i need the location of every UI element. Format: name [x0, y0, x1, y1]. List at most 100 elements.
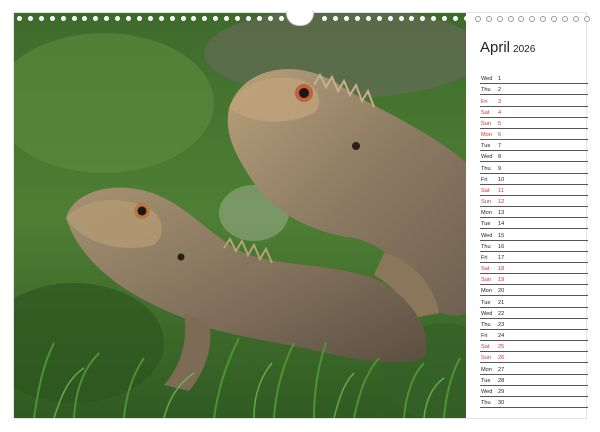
binding-hole	[551, 16, 558, 22]
calendar-page: April 2026 Wed 1 Thu 2 Fri 3 Sat 4 Sun 5 Mon 6 Tue 7 We…	[14, 11, 590, 418]
day-name: Thu	[481, 321, 491, 328]
day-number: 23	[498, 321, 505, 328]
day-row: Tue 28	[480, 375, 588, 386]
day-number: 21	[498, 299, 505, 306]
day-name: Fri	[481, 98, 488, 105]
binding-hole	[431, 16, 437, 21]
binding-hole	[245, 16, 251, 21]
day-name: Tue	[481, 299, 491, 306]
day-name: Thu	[481, 243, 491, 250]
binding-hole	[147, 16, 153, 21]
day-number: 14	[498, 221, 505, 228]
binding-hole	[93, 16, 99, 21]
day-name: Thu	[481, 400, 491, 407]
day-row: Sat 11	[480, 185, 588, 196]
day-number: 12	[498, 199, 505, 206]
day-number: 10	[498, 176, 505, 183]
day-row: Wed 1	[480, 73, 588, 85]
binding-hole	[562, 16, 568, 22]
day-number: 26	[498, 355, 505, 362]
day-name: Sat	[481, 344, 490, 351]
day-name: Fri	[481, 176, 488, 183]
binding-hole	[235, 16, 240, 21]
binding-hole	[474, 16, 481, 22]
day-number: 22	[498, 310, 505, 317]
binding-hole	[49, 16, 55, 21]
day-name: Wed	[481, 310, 493, 317]
day-name: Mon	[481, 366, 492, 373]
day-row: Sun 5	[480, 118, 588, 129]
binding-hole	[354, 16, 360, 21]
day-row: Mon 20	[480, 285, 588, 297]
day-row: Wed 29	[480, 386, 588, 397]
day-number: 2	[498, 87, 502, 94]
binding-hole	[278, 16, 284, 21]
day-name: Fri	[481, 254, 488, 261]
day-row: Fri 24	[480, 330, 588, 342]
day-number: 11	[498, 187, 504, 194]
day-number: 9	[498, 165, 502, 172]
day-row: Wed 22	[480, 308, 588, 319]
day-row: Sat 4	[480, 107, 588, 118]
day-row: Mon 27	[480, 363, 588, 375]
binding-hole	[60, 16, 66, 21]
day-number: 19	[498, 277, 505, 284]
bearded-dragons-photo	[14, 13, 466, 418]
day-number: 6	[498, 132, 502, 139]
binding-hole	[529, 16, 536, 22]
day-name: Mon	[481, 210, 492, 217]
binding-hole	[453, 16, 458, 21]
binding-hole	[322, 16, 328, 21]
binding-hole	[496, 16, 503, 22]
day-number: 15	[498, 232, 505, 239]
photo-illustration	[14, 13, 466, 418]
day-number: 16	[498, 243, 505, 250]
day-row: Sun 26	[480, 352, 588, 364]
binding-hole	[191, 16, 197, 21]
day-name: Wed	[481, 76, 493, 83]
binding-hole	[442, 16, 448, 21]
calendar-month: April	[480, 39, 511, 56]
day-number: 29	[498, 388, 505, 395]
day-name: Sun	[481, 120, 491, 127]
day-row: Wed 8	[480, 151, 588, 163]
day-number: 13	[498, 210, 505, 217]
day-row: Tue 7	[480, 140, 588, 152]
day-row: Thu 30	[480, 397, 588, 409]
binding-hole	[136, 16, 142, 21]
binding-hole	[202, 16, 208, 21]
binding-hole	[583, 16, 590, 22]
day-name: Fri	[481, 333, 488, 340]
binding-hole	[213, 16, 219, 21]
binding-hole	[387, 16, 393, 21]
binding-hole	[398, 16, 404, 21]
day-row: Thu 9	[480, 162, 588, 174]
binding-hole	[463, 16, 469, 21]
day-name: Tue	[481, 221, 491, 228]
binding-hole	[17, 16, 22, 21]
day-row: Thu 16	[480, 241, 588, 252]
day-name: Wed	[481, 232, 493, 239]
binding-hole	[518, 16, 525, 22]
day-name: Sat	[481, 109, 490, 116]
binding-hole	[485, 16, 492, 22]
binding-hole	[420, 16, 426, 21]
binding-hole	[507, 16, 514, 22]
binding-hole	[333, 16, 339, 21]
day-row: Fri 17	[480, 252, 588, 263]
binding-hole	[169, 16, 175, 21]
binding-hole	[180, 16, 186, 21]
day-name: Sat	[481, 266, 490, 273]
calendar-year: 2026	[513, 44, 536, 55]
binding-hole	[572, 16, 579, 22]
day-name: Thu	[481, 87, 491, 94]
day-name: Tue	[481, 143, 491, 150]
binding-hole	[267, 16, 273, 21]
calendar-title: April 2026	[480, 39, 535, 57]
day-row: Sun 19	[480, 274, 588, 286]
day-name: Sun	[481, 277, 491, 284]
day-row: Mon 13	[480, 207, 588, 219]
binding-hole	[38, 16, 44, 21]
day-name: Mon	[481, 288, 492, 295]
day-number: 5	[498, 120, 502, 127]
